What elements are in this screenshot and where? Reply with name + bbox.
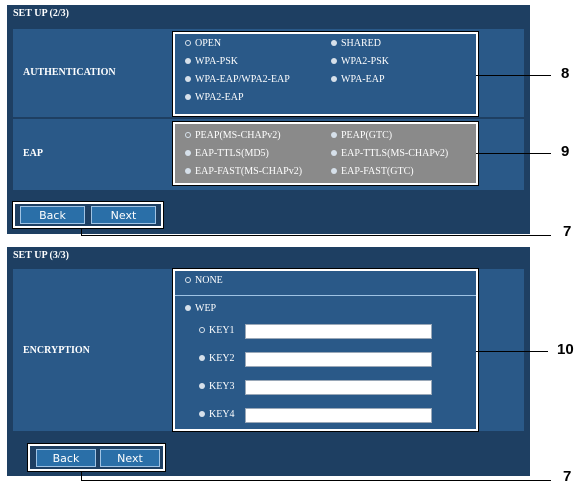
eap-label: EAP — [23, 148, 43, 159]
leader-line-10 — [476, 351, 548, 352]
divider — [175, 295, 476, 296]
auth-option-wpa-eap[interactable]: WPA-EAP — [331, 74, 385, 85]
encryption-option-wep[interactable]: WEP — [185, 303, 216, 314]
eap-option-peap-gtc[interactable]: PEAP(GTC) — [331, 130, 392, 141]
eap-option-fast-gtc[interactable]: EAP-FAST(GTC) — [331, 166, 414, 177]
radio-selected-icon — [199, 326, 205, 333]
key1-option[interactable]: KEY1 — [199, 325, 235, 336]
eap-option-ttls-ms-chapv2[interactable]: EAP-TTLS(MS-CHAPv2) — [331, 148, 448, 159]
leader-line-7-top — [81, 235, 551, 236]
radio-selected-icon — [185, 276, 191, 283]
next-button[interactable]: Next — [100, 449, 160, 467]
radio-selected-icon — [185, 39, 191, 46]
eap-option-ttls-md5[interactable]: EAP-TTLS(MD5) — [185, 148, 269, 159]
eap-options-box: PEAP(MS-CHAPv2) PEAP(GTC) EAP-TTLS(MD5) … — [172, 121, 479, 186]
callout-number-10: 10 — [557, 341, 574, 358]
radio-icon — [331, 39, 337, 46]
radio-icon — [185, 149, 191, 156]
callout-number-7-bottom: 7 — [563, 468, 572, 485]
radio-icon — [331, 75, 337, 82]
leader-line-7-bottom-vertical — [81, 471, 82, 480]
key2-input[interactable] — [245, 352, 432, 367]
panel-title: SET UP (3/3) — [13, 250, 69, 261]
radio-icon — [185, 93, 191, 100]
radio-icon — [331, 167, 337, 174]
radio-icon — [199, 410, 205, 417]
auth-option-open[interactable]: OPEN — [185, 38, 221, 49]
leader-line-7-bottom — [81, 480, 551, 481]
leader-line-7-top-vertical — [81, 228, 82, 235]
leader-line-8 — [476, 75, 551, 76]
radio-icon — [331, 131, 337, 138]
key2-option[interactable]: KEY2 — [199, 353, 235, 364]
radio-icon — [185, 57, 191, 64]
radio-icon — [199, 382, 205, 389]
radio-icon — [331, 57, 337, 64]
back-button[interactable]: Back — [36, 449, 96, 467]
key3-input[interactable] — [245, 380, 432, 395]
key4-input[interactable] — [245, 408, 432, 423]
radio-icon — [199, 354, 205, 361]
encryption-options-box: NONE WEP KEY1 KEY2 KEY3 KEY4 — [172, 268, 479, 432]
radio-selected-icon — [185, 131, 191, 138]
auth-option-wpa2-eap[interactable]: WPA2-EAP — [185, 92, 244, 103]
auth-option-wpa-eap-wpa2-eap[interactable]: WPA-EAP/WPA2-EAP — [185, 74, 290, 85]
callout-number-8: 8 — [561, 65, 570, 82]
auth-option-shared[interactable]: SHARED — [331, 38, 381, 49]
radio-icon — [185, 167, 191, 174]
key3-option[interactable]: KEY3 — [199, 381, 235, 392]
radio-icon — [331, 149, 337, 156]
callout-number-7-top: 7 — [563, 223, 572, 240]
nav-buttons-box: Back Next — [27, 443, 166, 472]
panel-title: SET UP (2/3) — [13, 8, 69, 19]
authentication-options-box: OPEN SHARED WPA-PSK WPA2-PSK WPA-EAP/WPA… — [172, 31, 479, 117]
radio-icon — [185, 304, 191, 311]
setup-3-panel: SET UP (3/3) ENCRYPTION NONE WEP KEY1 KE… — [7, 247, 530, 476]
next-button[interactable]: Next — [91, 206, 156, 224]
back-button[interactable]: Back — [20, 206, 85, 224]
key1-input[interactable] — [245, 324, 432, 339]
callout-number-9: 9 — [561, 143, 570, 160]
leader-line-9 — [476, 153, 551, 154]
nav-buttons-box: Back Next — [12, 201, 164, 229]
auth-option-wpa2-psk[interactable]: WPA2-PSK — [331, 56, 389, 67]
radio-icon — [185, 75, 191, 82]
setup-2-panel: SET UP (2/3) AUTHENTICATION OPEN SHARED … — [7, 5, 530, 234]
key4-option[interactable]: KEY4 — [199, 409, 235, 420]
eap-option-fast-ms-chapv2[interactable]: EAP-FAST(MS-CHAPv2) — [185, 166, 302, 177]
encryption-label: ENCRYPTION — [23, 345, 90, 356]
eap-option-peap-ms-chapv2[interactable]: PEAP(MS-CHAPv2) — [185, 130, 281, 141]
authentication-label: AUTHENTICATION — [23, 67, 116, 78]
auth-option-wpa-psk[interactable]: WPA-PSK — [185, 56, 238, 67]
encryption-option-none[interactable]: NONE — [185, 275, 223, 286]
